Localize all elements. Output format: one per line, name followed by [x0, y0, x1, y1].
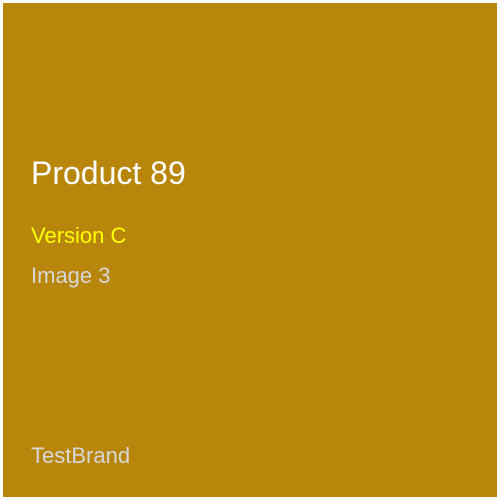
- product-image-card: Product 89 Version C Image 3 TestBrand: [3, 3, 497, 497]
- version-label: Version C: [31, 223, 127, 248]
- image-number-label: Image 3: [31, 263, 111, 288]
- brand-label: TestBrand: [31, 443, 131, 468]
- product-title: Product 89: [31, 155, 186, 191]
